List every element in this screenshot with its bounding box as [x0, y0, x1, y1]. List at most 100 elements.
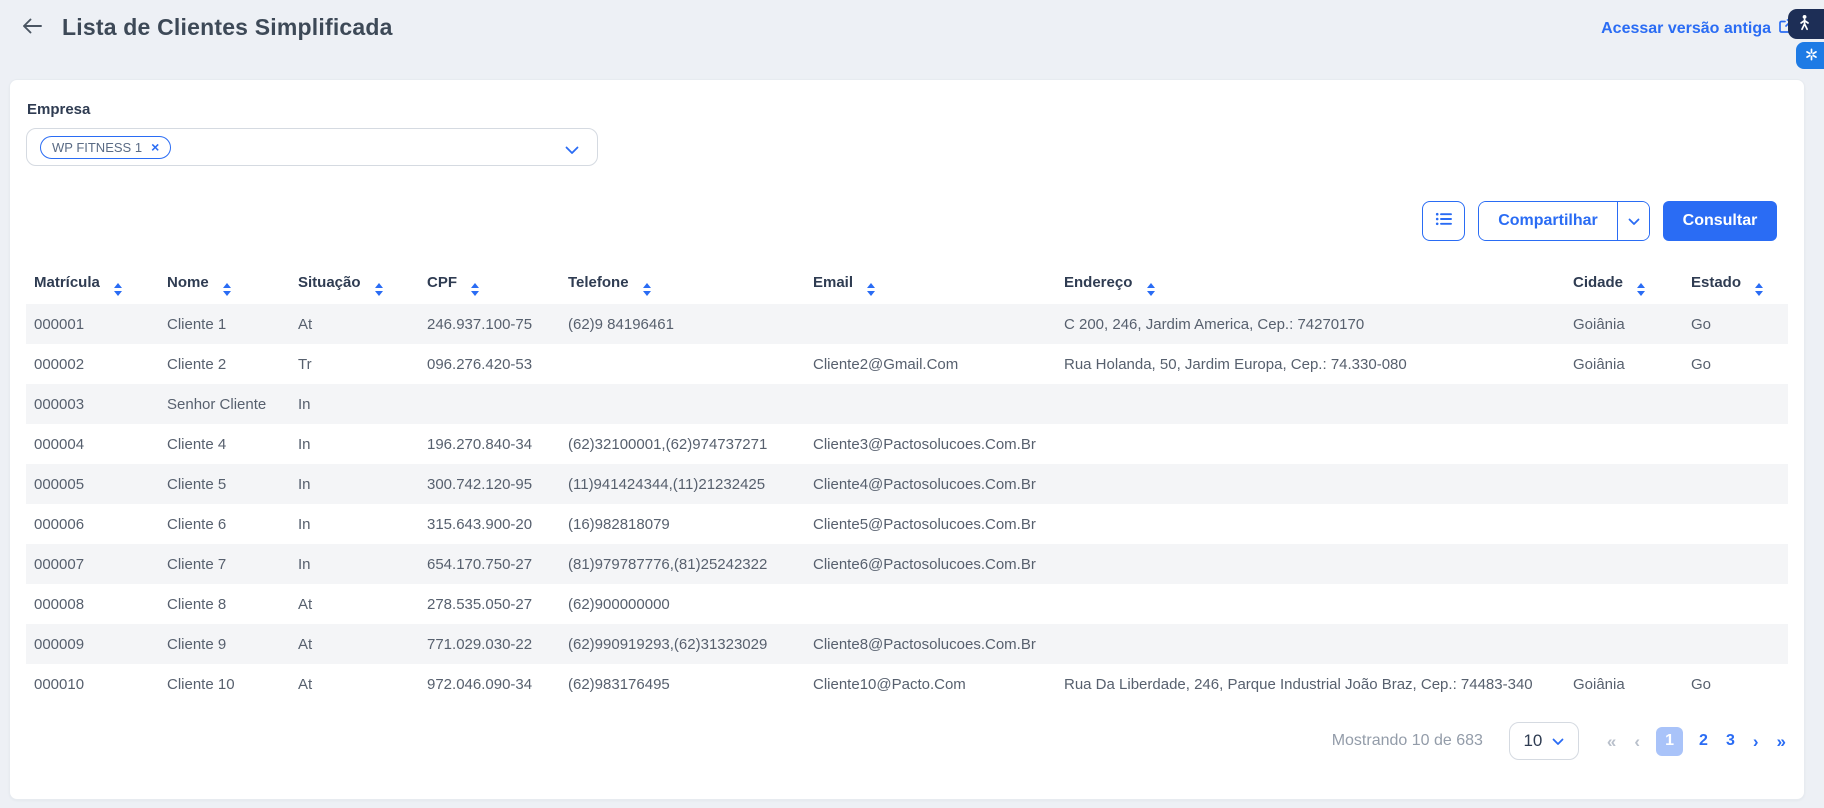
cell-cidade: Goiânia: [1565, 344, 1683, 384]
old-version-link[interactable]: Acessar versão antiga: [1601, 18, 1794, 39]
chip-remove-icon[interactable]: ×: [151, 140, 159, 154]
cell-telefone: (62)900000000: [560, 584, 805, 624]
cell-estado: [1683, 624, 1788, 664]
cell-cidade: [1565, 584, 1683, 624]
empresa-chip[interactable]: WP FITNESS 1 ×: [40, 136, 171, 159]
table-row[interactable]: 000002Cliente 2Tr096.276.420-53Cliente2@…: [26, 344, 1788, 384]
topbar: Lista de Clientes Simplificada: [20, 14, 393, 41]
cell-estado: [1683, 544, 1788, 584]
back-button[interactable]: [20, 16, 44, 39]
column-header-estado[interactable]: Estado: [1683, 266, 1788, 304]
table-row[interactable]: 000006Cliente 6In315.643.900-20(16)98281…: [26, 504, 1788, 544]
cell-telefone: (62)9 84196461: [560, 304, 805, 344]
column-header-matricula[interactable]: Matrícula: [26, 266, 159, 304]
column-header-label: Telefone: [568, 274, 629, 291]
clients-panel: Empresa WP FITNESS 1 × Compartilhar: [9, 79, 1805, 800]
toolbar: Compartilhar Consultar: [1422, 201, 1777, 241]
sort-icon: [643, 283, 651, 296]
cell-email: [805, 384, 1056, 424]
share-dropdown-button[interactable]: [1617, 202, 1649, 240]
chevron-down-icon: [565, 142, 579, 160]
cell-telefone: (11)941424344,(11)21232425: [560, 464, 805, 504]
column-header-situacao[interactable]: Situação: [290, 266, 419, 304]
cell-cpf: [419, 384, 560, 424]
cell-email: Cliente10@Pacto.Com: [805, 664, 1056, 704]
cell-endereco: [1056, 384, 1565, 424]
table-row[interactable]: 000009Cliente 9At771.029.030-22(62)99091…: [26, 624, 1788, 664]
column-header-cidade[interactable]: Cidade: [1565, 266, 1683, 304]
cell-matricula: 000008: [26, 584, 159, 624]
cell-situacao: At: [290, 664, 419, 704]
table-row[interactable]: 000003Senhor ClienteIn: [26, 384, 1788, 424]
prev-page-button[interactable]: ‹: [1632, 731, 1642, 752]
table-row[interactable]: 000004Cliente 4In196.270.840-34(62)32100…: [26, 424, 1788, 464]
cell-endereco: [1056, 504, 1565, 544]
column-header-nome[interactable]: Nome: [159, 266, 290, 304]
extension-person-button[interactable]: [1788, 9, 1824, 39]
list-icon: [1434, 210, 1454, 233]
cell-cidade: Goiânia: [1565, 304, 1683, 344]
cell-cidade: [1565, 384, 1683, 424]
table-row[interactable]: 000005Cliente 5In300.742.120-95(11)94142…: [26, 464, 1788, 504]
cell-situacao: In: [290, 544, 419, 584]
cell-cidade: [1565, 544, 1683, 584]
cell-telefone: (81)979787776,(81)25242322: [560, 544, 805, 584]
next-page-button[interactable]: ›: [1751, 731, 1761, 752]
cell-email: Cliente3@Pactosolucoes.Com.Br: [805, 424, 1056, 464]
consult-button[interactable]: Consultar: [1663, 201, 1777, 241]
page-button-3[interactable]: 3: [1724, 731, 1737, 751]
cell-endereco: [1056, 624, 1565, 664]
cell-nome: Cliente 9: [159, 624, 290, 664]
table-body: 000001Cliente 1At246.937.100-75(62)9 841…: [26, 304, 1788, 704]
table-row[interactable]: 000007Cliente 7In654.170.750-27(81)97978…: [26, 544, 1788, 584]
share-button[interactable]: Compartilhar: [1479, 202, 1617, 240]
sort-icon: [375, 283, 383, 296]
page-button-1[interactable]: 1: [1656, 727, 1683, 756]
column-header-cpf[interactable]: CPF: [419, 266, 560, 304]
cell-estado: Go: [1683, 664, 1788, 704]
share-button-group: Compartilhar: [1478, 201, 1650, 241]
cell-endereco: [1056, 424, 1565, 464]
cell-telefone: (62)32100001,(62)974737271: [560, 424, 805, 464]
cell-cpf: 096.276.420-53: [419, 344, 560, 384]
cell-matricula: 000006: [26, 504, 159, 544]
last-page-button[interactable]: »: [1775, 731, 1788, 752]
cell-matricula: 000004: [26, 424, 159, 464]
chevron-down-icon: [1628, 214, 1640, 229]
table-row[interactable]: 000010Cliente 10At972.046.090-34(62)9831…: [26, 664, 1788, 704]
cell-endereco: [1056, 584, 1565, 624]
page-size-select[interactable]: 10: [1509, 722, 1579, 760]
cell-cpf: 654.170.750-27: [419, 544, 560, 584]
column-header-email[interactable]: Email: [805, 266, 1056, 304]
cell-telefone: (16)982818079: [560, 504, 805, 544]
sort-icon: [867, 283, 875, 296]
table-row[interactable]: 000008Cliente 8At278.535.050-27(62)90000…: [26, 584, 1788, 624]
cell-cpf: 771.029.030-22: [419, 624, 560, 664]
column-header-telefone[interactable]: Telefone: [560, 266, 805, 304]
cell-matricula: 000010: [26, 664, 159, 704]
column-header-label: Nome: [167, 274, 209, 291]
cell-matricula: 000003: [26, 384, 159, 424]
cell-email: [805, 304, 1056, 344]
chevron-down-icon: [1552, 731, 1564, 751]
cell-cidade: Goiânia: [1565, 664, 1683, 704]
cell-estado: Go: [1683, 344, 1788, 384]
pagination: « ‹ 123 › »: [1605, 727, 1788, 756]
extension-gpt-button[interactable]: [1796, 42, 1824, 69]
cell-nome: Cliente 4: [159, 424, 290, 464]
cell-estado: [1683, 464, 1788, 504]
table-row[interactable]: 000001Cliente 1At246.937.100-75(62)9 841…: [26, 304, 1788, 344]
empresa-select[interactable]: WP FITNESS 1 ×: [26, 128, 598, 166]
cell-endereco: C 200, 246, Jardim America, Cep.: 742701…: [1056, 304, 1565, 344]
cell-situacao: At: [290, 584, 419, 624]
cell-telefone: [560, 384, 805, 424]
cell-situacao: In: [290, 464, 419, 504]
column-settings-button[interactable]: [1422, 201, 1465, 241]
cell-cidade: [1565, 624, 1683, 664]
table-footer: Mostrando 10 de 683 10 « ‹ 123 › »: [1332, 721, 1788, 761]
first-page-button[interactable]: «: [1605, 731, 1618, 752]
page-button-2[interactable]: 2: [1697, 731, 1710, 751]
column-header-endereco[interactable]: Endereço: [1056, 266, 1565, 304]
cell-cpf: 315.643.900-20: [419, 504, 560, 544]
cell-endereco: Rua Da Liberdade, 246, Parque Industrial…: [1056, 664, 1565, 704]
